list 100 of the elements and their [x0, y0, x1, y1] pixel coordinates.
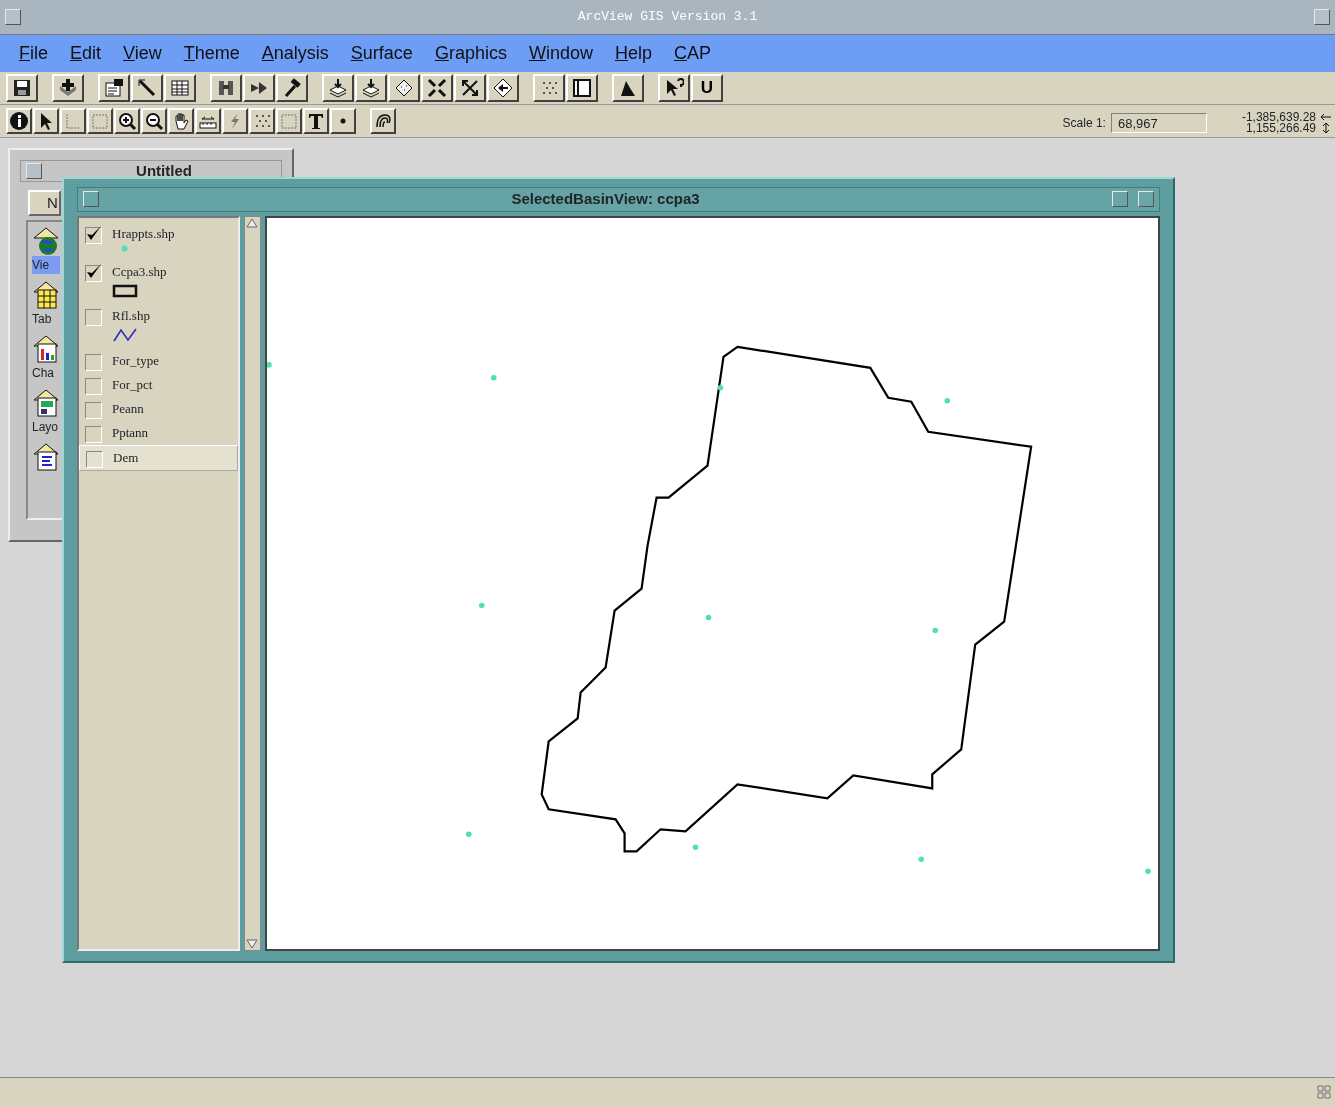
resize-grip-icon	[1316, 1084, 1332, 1100]
zoom-out-icon	[144, 111, 164, 131]
vertical-arrow-icon	[1320, 123, 1332, 133]
visibility-checkbox[interactable]	[85, 354, 102, 371]
toolbar-button[interactable]	[195, 108, 221, 134]
toolbar-button[interactable]	[421, 74, 453, 102]
window-menu-button[interactable]	[26, 163, 42, 179]
maximize-button[interactable]	[1138, 191, 1154, 208]
toolbar-button[interactable]	[131, 74, 163, 102]
scrollbar[interactable]	[244, 215, 261, 951]
toolbar-button[interactable]	[566, 74, 598, 102]
point-marker	[944, 397, 951, 404]
horizontal-arrow-icon	[1320, 112, 1332, 122]
chart-document-icon	[32, 334, 60, 364]
point-marker	[1145, 867, 1151, 874]
menu-item[interactable]: Window	[517, 40, 604, 67]
project-item[interactable]: Cha	[32, 334, 60, 382]
project-item[interactable]: Vie	[32, 226, 60, 274]
theme-name: For_type	[112, 352, 159, 370]
coordinate-readout: 1,155,266.49	[1245, 122, 1316, 134]
help-button[interactable]: U	[691, 74, 723, 102]
point-marker	[692, 844, 699, 850]
scale-label: Scale 1:	[1062, 114, 1106, 132]
save-icon	[12, 78, 32, 98]
menu-item[interactable]: View	[112, 40, 173, 67]
theme-row[interactable]: Peann	[79, 397, 238, 421]
theme-row[interactable]: Dem	[79, 445, 238, 471]
item-label: Cha	[32, 365, 55, 382]
new-button[interactable]: N	[28, 190, 61, 216]
menu-item[interactable]: Help	[603, 40, 663, 67]
menu-item[interactable]: Edit	[59, 40, 113, 67]
theme-row[interactable]: For_type	[79, 349, 238, 373]
toolbar-button[interactable]	[141, 108, 167, 134]
theme-row[interactable]: Ccpa3.shp	[79, 260, 238, 304]
point-marker	[466, 831, 472, 837]
minimize-button[interactable]	[1314, 9, 1330, 25]
toolbar-button[interactable]	[303, 108, 329, 134]
menu-item[interactable]: File	[8, 40, 59, 67]
toolbar-button[interactable]	[114, 108, 140, 134]
toolbar-button[interactable]	[98, 74, 130, 102]
toolbar-button[interactable]	[388, 74, 420, 102]
visibility-checkbox[interactable]	[85, 226, 102, 244]
toolbar-button[interactable]	[276, 74, 308, 102]
toolbar-button[interactable]	[6, 74, 38, 102]
menu-item[interactable]: CAP	[663, 40, 722, 67]
toolbar-button[interactable]	[6, 108, 32, 134]
window-menu-button[interactable]	[5, 9, 21, 25]
visibility-checkbox[interactable]	[85, 402, 102, 419]
minimize-button[interactable]	[1112, 191, 1128, 208]
menu-item[interactable]: Graphics	[423, 40, 518, 67]
toolbar-button[interactable]	[60, 108, 86, 134]
point-marker	[478, 602, 485, 608]
project-item[interactable]: Layo	[32, 388, 60, 436]
visibility-checkbox[interactable]	[85, 426, 102, 443]
theme-row[interactable]: Hrappts.shp	[79, 221, 238, 260]
visibility-checkbox[interactable]	[85, 265, 102, 282]
toolbar-button[interactable]	[533, 74, 565, 102]
theme-row[interactable]: Rfl.shp	[79, 303, 238, 349]
toolbar-button[interactable]	[330, 108, 356, 134]
theme-name: Rfl.shp	[112, 306, 150, 325]
shrink-icon	[427, 78, 447, 98]
visibility-checkbox[interactable]	[85, 308, 102, 326]
toolbar-button[interactable]	[487, 74, 519, 102]
toolbar-button[interactable]	[222, 108, 248, 134]
theme-row[interactable]: Pptann	[79, 421, 238, 445]
toolbar-button[interactable]	[276, 108, 302, 134]
toolbar-button[interactable]	[52, 74, 84, 102]
menu-item[interactable]: Theme	[172, 40, 251, 67]
help-pointer-icon	[664, 78, 684, 98]
visibility-checkbox[interactable]	[86, 451, 103, 468]
toolbar-button[interactable]	[322, 74, 354, 102]
toolbar-button[interactable]	[612, 74, 644, 102]
theme-name: Pptann	[112, 424, 149, 442]
selection-box-icon	[90, 111, 110, 131]
table-document-icon	[32, 280, 60, 310]
zoom-in-icon	[117, 111, 137, 131]
project-item[interactable]	[32, 442, 60, 472]
toolbar-button[interactable]	[249, 108, 275, 134]
menu-item[interactable]: Surface	[339, 40, 424, 67]
window-menu-button[interactable]	[83, 191, 99, 208]
toolbar-button[interactable]	[87, 108, 113, 134]
toolbar-button[interactable]	[355, 74, 387, 102]
project-item[interactable]: Tab	[32, 280, 60, 328]
toolbar-button[interactable]	[33, 108, 59, 134]
window-title: Untitled	[135, 160, 193, 181]
toolbar-button[interactable]	[164, 74, 196, 102]
scroll-down-icon	[245, 937, 260, 950]
toolbar-button[interactable]	[168, 108, 194, 134]
toolbar-button[interactable]	[454, 74, 486, 102]
theme-name: For_pct	[112, 376, 153, 394]
point-symbol-icon	[121, 245, 128, 252]
toolbar-button[interactable]	[658, 74, 690, 102]
toolbar-button[interactable]	[243, 74, 275, 102]
toolbar-button[interactable]	[210, 74, 242, 102]
menu-item[interactable]: Analysis	[250, 40, 340, 67]
layout-document-icon	[32, 388, 60, 418]
visibility-checkbox[interactable]	[85, 378, 102, 395]
theme-row[interactable]: For_pct	[79, 373, 238, 397]
toolbar-button[interactable]	[370, 108, 396, 134]
script-document-icon	[32, 442, 60, 472]
